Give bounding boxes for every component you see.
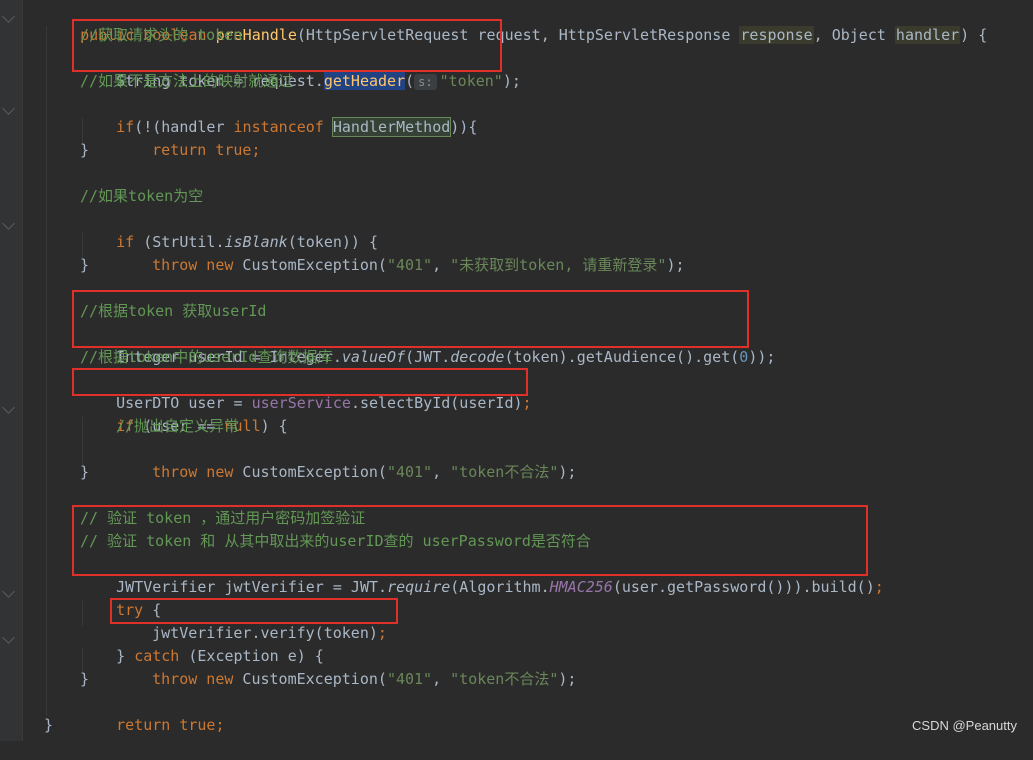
code-token: "401" — [386, 256, 433, 274]
code-line: if (StrUtil.isBlank(token)) { — [80, 208, 378, 251]
code-token: decode — [450, 348, 505, 366]
code-token: return — [152, 141, 207, 159]
code-line: } — [80, 141, 90, 159]
code-token: (user.getPassword())).build() — [612, 578, 875, 596]
code-token: throw — [152, 670, 198, 688]
code-token: )) — [450, 118, 469, 136]
code-token: "未获取到token, 请重新登录" — [450, 256, 667, 274]
code-token: require — [387, 578, 451, 596]
code-token: "401" — [386, 463, 433, 481]
code-token: getHeader — [323, 72, 406, 90]
code-token: ( — [405, 72, 415, 90]
code-token: ; — [251, 141, 261, 159]
code-token: CustomException( — [233, 463, 387, 481]
code-line: } — [80, 256, 90, 274]
code-token: (token).getAudience().get( — [504, 348, 740, 366]
highlight-box — [72, 290, 749, 348]
code-editor[interactable]: public boolean preHandle(HttpServletRequ… — [0, 0, 1033, 741]
code-token: , — [432, 256, 451, 274]
code-line: } — [80, 463, 90, 481]
code-line: return true; — [116, 116, 260, 159]
highlight-box — [72, 19, 502, 72]
code-token: new — [197, 463, 234, 481]
code-token: ); — [502, 72, 521, 90]
code-token: "token不合法" — [450, 463, 559, 481]
code-line: throw new CustomException("401", "未获取到to… — [116, 231, 684, 274]
code-comment: //根据token中的userId查询数据库 — [80, 348, 333, 366]
code-token: new — [197, 670, 234, 688]
highlight-box — [72, 368, 528, 396]
code-token: "token不合法" — [450, 670, 559, 688]
code-token: CustomException( — [233, 256, 387, 274]
code-comment: //如果token为空 — [80, 187, 204, 205]
code-token: .selectById(userId) — [350, 394, 523, 412]
code-token: throw — [152, 256, 198, 274]
code-token: , — [432, 670, 451, 688]
code-token: , Object — [813, 26, 895, 44]
code-token: valueOf — [341, 348, 406, 366]
code-token: (Algorithm. — [450, 578, 550, 596]
parameter-hint: s: — [414, 74, 437, 90]
code-token: 0 — [739, 348, 749, 366]
code-line: throw new CustomException("401", "token不… — [116, 438, 576, 481]
code-token: ); — [558, 670, 577, 688]
code-token: handler — [894, 26, 961, 44]
code-line: } catch (Exception e) { — [80, 622, 324, 665]
code-token: , — [432, 463, 451, 481]
code-token: throw — [152, 463, 198, 481]
indent-guide — [46, 26, 47, 716]
code-line: return true; — [80, 691, 224, 734]
code-token: ); — [666, 256, 685, 274]
code-token: ) { — [960, 26, 988, 44]
code-token: )); — [748, 348, 776, 366]
code-token: new — [197, 256, 234, 274]
code-token: (JWT. — [405, 348, 451, 366]
highlight-box — [110, 598, 398, 624]
code-token: HandlerMethod — [331, 117, 452, 137]
code-token: response — [739, 26, 814, 44]
code-token: { — [468, 118, 478, 136]
code-token: CustomException( — [233, 670, 387, 688]
code-line: try { — [80, 576, 161, 619]
code-comment: //如果不是方法上的映射就通过 — [80, 72, 294, 90]
code-token: ; — [874, 578, 884, 596]
code-comment: //抛出自定义异常 — [116, 417, 240, 435]
code-token: return — [116, 716, 171, 734]
code-line: } — [80, 670, 90, 688]
code-token: true — [170, 716, 216, 734]
code-token: ) { — [260, 417, 288, 435]
code-token: "token" — [439, 72, 503, 90]
code-token: ; — [522, 394, 532, 412]
watermark: CSDN @Peanutty — [912, 718, 1017, 733]
code-token: ; — [377, 624, 387, 642]
code-token: ); — [558, 463, 577, 481]
code-token: "401" — [386, 670, 433, 688]
code-line: throw new CustomException("401", "token不… — [116, 645, 576, 688]
code-token: ; — [215, 716, 225, 734]
code-token: true — [206, 141, 252, 159]
code-line: if(!(handler instanceof HandlerMethod)){ — [80, 93, 477, 137]
code-line: } — [44, 716, 54, 734]
highlight-box — [72, 505, 868, 576]
code-token: HMAC256 — [549, 578, 613, 596]
